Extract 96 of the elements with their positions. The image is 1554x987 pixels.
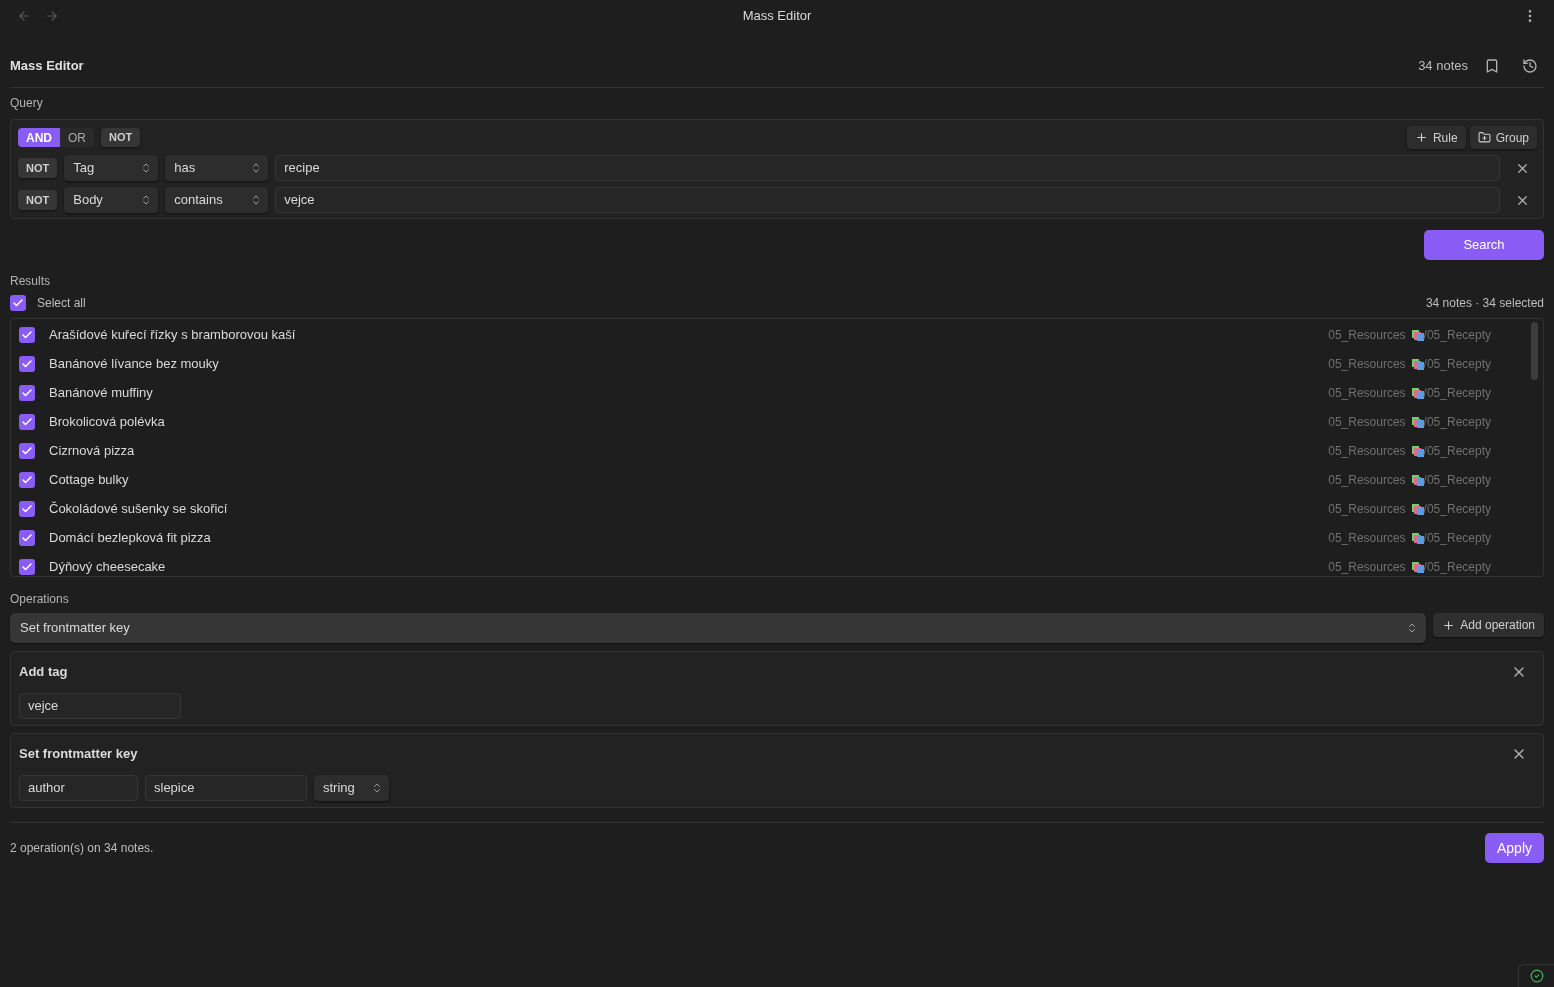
note-title[interactable]: Banánové lívance bez mouky: [49, 353, 219, 374]
operator-toggle[interactable]: AND: [18, 128, 60, 147]
plus-icon: [1414, 131, 1428, 144]
folder-path: /05_Recepty: [1423, 529, 1491, 547]
note-title[interactable]: Arašídové kuřecí řízky s bramborovou kaší: [49, 324, 296, 345]
value-input[interactable]: vejce: [275, 187, 1500, 213]
operator-select[interactable]: contains: [165, 187, 269, 213]
operations-summary: 2 operation(s) on 34 notes.: [10, 840, 154, 857]
books-icon: [1411, 473, 1424, 486]
bookmark-icon[interactable]: [1484, 57, 1500, 74]
checkmark-icon: [21, 386, 33, 399]
type-select[interactable]: string: [314, 775, 389, 801]
note-title[interactable]: Dýňový cheesecake: [49, 556, 166, 576]
folder-path: /05_Recepty: [1423, 355, 1491, 373]
folder-path: /05_Recepty: [1423, 558, 1491, 576]
note-title[interactable]: Cizrnová pizza: [49, 440, 135, 461]
checkbox[interactable]: [19, 413, 35, 430]
books-icon: [1411, 560, 1424, 573]
folder-path: 05_Resources: [1328, 529, 1406, 547]
checkbox[interactable]: [10, 295, 26, 311]
folder-plus-icon: [1477, 131, 1491, 144]
operation-picker[interactable]: Set frontmatter key: [10, 613, 1427, 643]
checkbox[interactable]: [19, 355, 35, 372]
checkmark-icon: [21, 473, 33, 486]
folder-path: /05_Recepty: [1423, 413, 1491, 431]
folder-path: /05_Recepty: [1423, 384, 1491, 402]
folder-path: /05_Recepty: [1423, 471, 1491, 489]
books-icon: [1411, 328, 1424, 341]
page-title: Mass Editor: [10, 56, 84, 75]
section-label: Query: [10, 96, 44, 111]
folder-path: 05_Resources: [1328, 326, 1406, 344]
checkbox[interactable]: [19, 500, 35, 517]
checkmark-icon: [12, 297, 24, 309]
add-rule-button[interactable]: Rule: [1406, 126, 1466, 149]
books-icon: [1411, 502, 1424, 515]
add-group-button[interactable]: Group: [1469, 126, 1537, 149]
search-button[interactable]: Search: [1424, 230, 1544, 260]
checkmark-icon: [21, 531, 33, 544]
books-icon: [1411, 386, 1424, 399]
chevrons-icon: [371, 782, 383, 794]
key-input[interactable]: author: [19, 775, 138, 801]
field-select[interactable]: Tag: [64, 155, 159, 181]
note-title[interactable]: Banánové muffiny: [49, 382, 153, 403]
history-icon[interactable]: [1522, 57, 1538, 74]
tag-input[interactable]: vejce: [19, 693, 181, 719]
apply-button[interactable]: Apply: [1484, 833, 1544, 863]
operation-title: Set frontmatter key: [19, 745, 138, 764]
folder-path: /05_Recepty: [1423, 326, 1491, 344]
checkbox[interactable]: [19, 442, 35, 459]
sync-status-icon[interactable]: [1529, 969, 1544, 983]
note-title[interactable]: Čokoládové sušenky se skořicí: [49, 498, 228, 519]
folder-path: 05_Resources: [1328, 500, 1406, 518]
note-title[interactable]: Cottage bulky: [49, 469, 129, 490]
window-title: Mass Editor: [742, 7, 812, 26]
checkbox[interactable]: [19, 326, 35, 343]
books-icon: [1411, 531, 1424, 544]
note-title[interactable]: Brokolicová polévka: [49, 411, 165, 432]
operator-toggle[interactable]: OR: [60, 128, 94, 147]
books-icon: [1411, 415, 1424, 428]
checkmark-icon: [21, 357, 33, 370]
checkbox[interactable]: [19, 529, 35, 546]
select-all-label[interactable]: Select all: [37, 294, 86, 312]
folder-path: 05_Resources: [1328, 413, 1406, 431]
not-toggle[interactable]: NOT: [18, 158, 58, 178]
books-icon: [1411, 444, 1424, 457]
not-toggle[interactable]: NOT: [18, 190, 58, 210]
folder-path: 05_Resources: [1328, 558, 1406, 576]
checkmark-icon: [21, 415, 33, 428]
folder-path: 05_Resources: [1328, 355, 1406, 373]
checkmark-icon: [21, 502, 33, 515]
books-icon: [1411, 357, 1424, 370]
checkbox[interactable]: [19, 558, 35, 575]
checkmark-icon: [21, 444, 33, 457]
checkmark-icon: [21, 560, 33, 573]
checkbox[interactable]: [19, 384, 35, 401]
folder-path: /05_Recepty: [1423, 442, 1491, 460]
folder-path: 05_Resources: [1328, 384, 1406, 402]
folder-path: 05_Resources: [1328, 471, 1406, 489]
folder-path: /05_Recepty: [1423, 500, 1491, 518]
checkmark-icon: [21, 328, 33, 341]
operation-title: Add tag: [19, 663, 68, 682]
checkbox[interactable]: [19, 471, 35, 488]
operator-select[interactable]: has: [165, 155, 269, 181]
selection-summary: 34 notes · 34 selected: [1425, 295, 1544, 312]
note-title[interactable]: Domácí bezlepková fit pizza: [49, 527, 211, 548]
note-count: 34 notes: [1418, 56, 1468, 75]
section-label: Results: [10, 274, 51, 289]
scrollbar-thumb[interactable]: [1531, 322, 1538, 380]
add-operation-button[interactable]: Add operation: [1433, 613, 1544, 637]
value-input[interactable]: recipe: [275, 155, 1500, 181]
plus-icon: [1442, 618, 1456, 632]
field-select[interactable]: Body: [64, 187, 159, 213]
folder-path: 05_Resources: [1328, 442, 1406, 460]
not-toggle[interactable]: NOT: [101, 128, 141, 147]
value-input[interactable]: slepice: [145, 775, 307, 801]
section-label: Operations: [10, 592, 70, 607]
